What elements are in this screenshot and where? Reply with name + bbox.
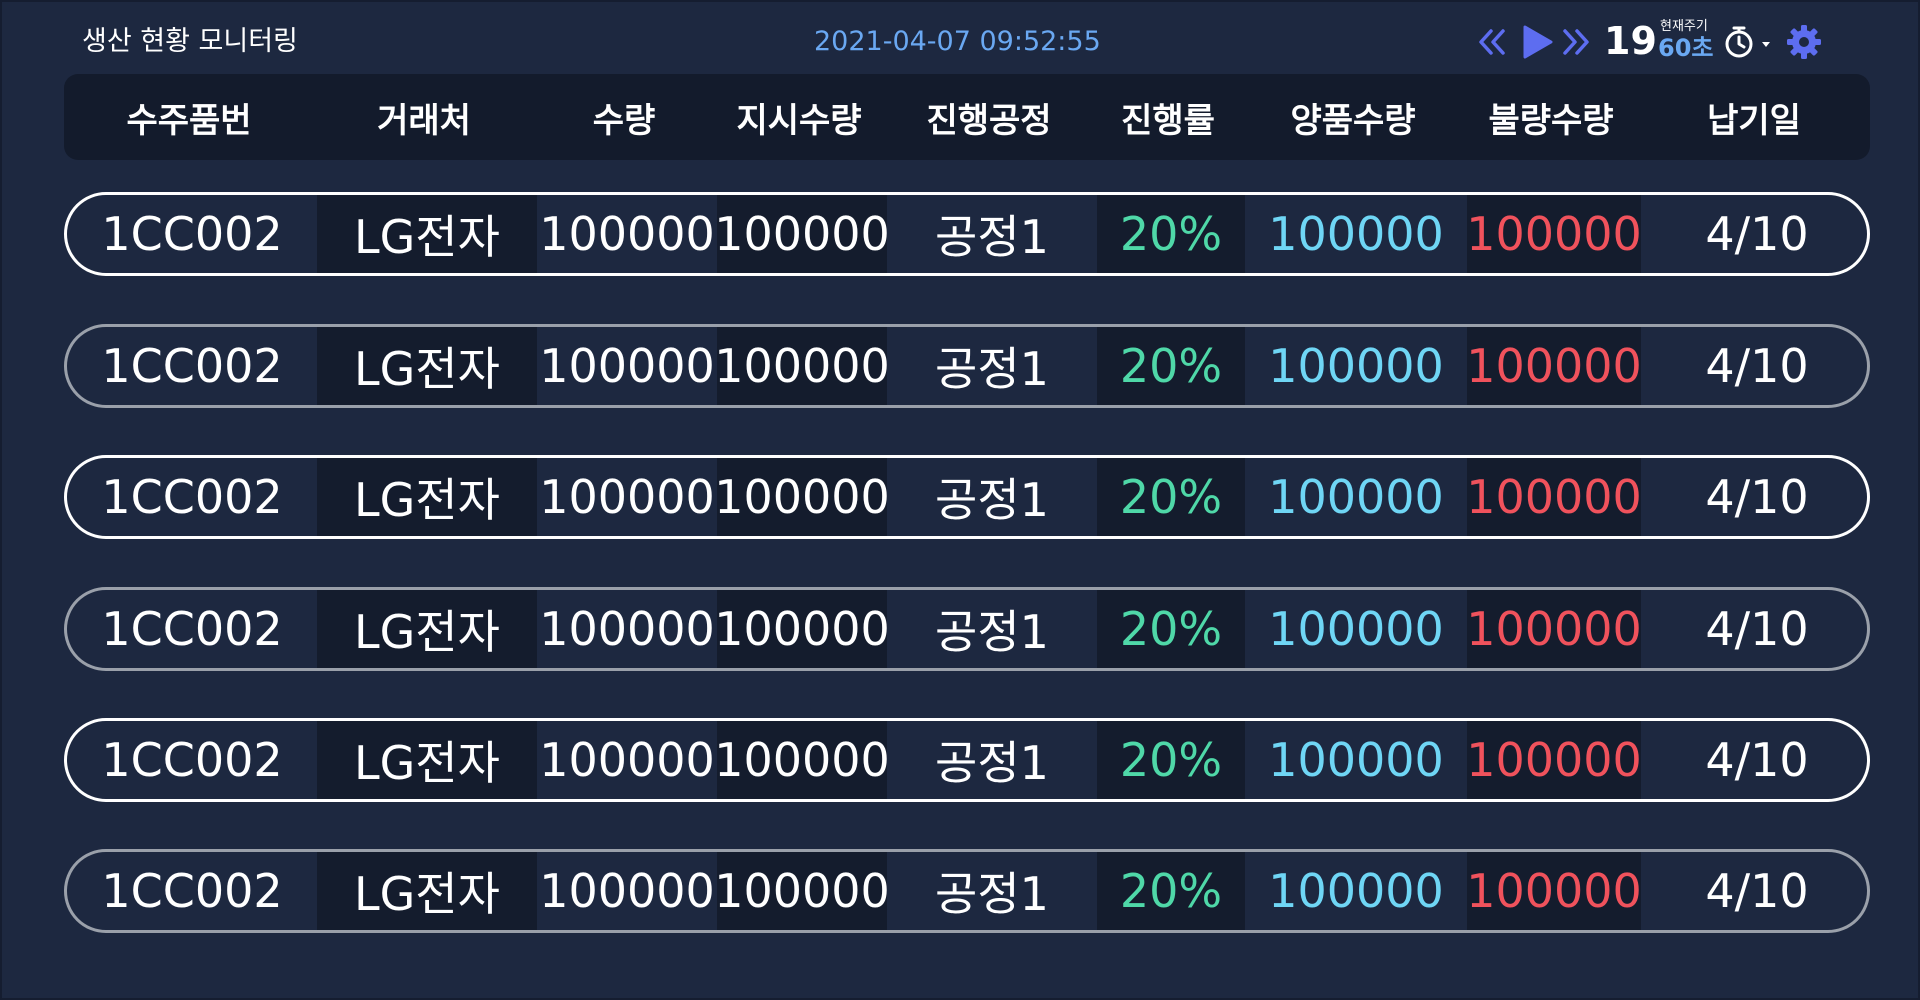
timer-dropdown-button[interactable] [1722, 24, 1774, 60]
cell-order-no: 1CC002 [101, 339, 283, 393]
cell-process: 공정1 [935, 605, 1049, 659]
column-header-client: 거래처 [377, 100, 471, 141]
play-icon [1523, 25, 1553, 59]
cell-qty: 100000 [539, 470, 715, 524]
column-header-good-qty: 양품수량 [1290, 100, 1416, 141]
cell-due-date: 4/10 [1705, 339, 1809, 393]
table-row[interactable]: 1CC002 LG전자 100000 100000 공정1 20% 100000… [64, 455, 1870, 539]
cell-instr-qty: 100000 [714, 721, 890, 799]
cell-client: LG전자 [317, 721, 537, 799]
gear-icon [1787, 25, 1821, 59]
countdown-value: 19 [1604, 19, 1657, 63]
playback-controls: 19 현재주기 60초 [1478, 16, 1821, 68]
column-header-defect-qty: 불량수량 [1488, 100, 1614, 141]
cell-order-no: 1CC002 [101, 602, 283, 656]
cell-progress: 20% [1097, 458, 1245, 536]
cell-order-no: 1CC002 [101, 864, 283, 918]
cell-defect-qty: 100000 [1466, 458, 1642, 536]
column-header-process: 진행공정 [926, 100, 1052, 141]
cell-client: LG전자 [317, 195, 537, 273]
cell-good-qty: 100000 [1268, 470, 1444, 524]
double-chevron-right-icon [1563, 29, 1589, 55]
table-row[interactable]: 1CC002 LG전자 100000 100000 공정1 20% 100000… [64, 718, 1870, 802]
column-header-instr-qty: 지시수량 [736, 100, 862, 141]
page-title: 생산 현황 모니터링 [82, 26, 298, 57]
cell-instr-qty: 100000 [714, 852, 890, 930]
monitoring-screen: 생산 현황 모니터링 2021-04-07 09:52:55 19 현재주기 6… [0, 0, 1920, 1000]
settings-button[interactable] [1786, 24, 1822, 60]
table-row[interactable]: 1CC002 LG전자 100000 100000 공정1 20% 100000… [64, 849, 1870, 933]
cell-client: LG전자 [317, 327, 537, 405]
cell-order-no: 1CC002 [101, 470, 283, 524]
cell-qty: 100000 [539, 207, 715, 261]
table-row[interactable]: 1CC002 LG전자 100000 100000 공정1 20% 100000… [64, 324, 1870, 408]
play-button[interactable] [1520, 24, 1554, 60]
column-header-qty: 수량 [592, 100, 656, 141]
table-header: 수주품번 거래처 수량 지시수량 진행공정 진행률 양품수량 불량수량 납기일 [64, 74, 1870, 160]
cell-process: 공정1 [935, 210, 1049, 264]
column-header-due-date: 납기일 [1707, 100, 1801, 141]
cell-progress: 20% [1097, 327, 1245, 405]
cell-process: 공정1 [935, 342, 1049, 396]
table-row[interactable]: 1CC002 LG전자 100000 100000 공정1 20% 100000… [64, 192, 1870, 276]
top-bar: 생산 현황 모니터링 2021-04-07 09:52:55 19 현재주기 6… [2, 2, 1920, 72]
cycle-value: 60초 [1658, 34, 1714, 62]
cell-defect-qty: 100000 [1466, 327, 1642, 405]
cell-good-qty: 100000 [1268, 339, 1444, 393]
cell-defect-qty: 100000 [1466, 721, 1642, 799]
column-header-order-no: 수주품번 [126, 100, 252, 141]
cell-qty: 100000 [539, 733, 715, 787]
current-datetime: 2021-04-07 09:52:55 [814, 26, 1101, 57]
cell-due-date: 4/10 [1705, 207, 1809, 261]
cell-good-qty: 100000 [1268, 864, 1444, 918]
cell-qty: 100000 [539, 339, 715, 393]
cell-due-date: 4/10 [1705, 864, 1809, 918]
cell-process: 공정1 [935, 473, 1049, 527]
cell-instr-qty: 100000 [714, 195, 890, 273]
cell-process: 공정1 [935, 736, 1049, 790]
cell-progress: 20% [1097, 721, 1245, 799]
cell-good-qty: 100000 [1268, 207, 1444, 261]
cell-good-qty: 100000 [1268, 733, 1444, 787]
cell-defect-qty: 100000 [1466, 195, 1642, 273]
column-header-progress: 진행률 [1121, 100, 1215, 141]
cycle-label: 현재주기 [1660, 19, 1708, 34]
table-row[interactable]: 1CC002 LG전자 100000 100000 공정1 20% 100000… [64, 587, 1870, 671]
cell-instr-qty: 100000 [714, 458, 890, 536]
double-chevron-left-icon [1479, 29, 1505, 55]
cell-due-date: 4/10 [1705, 602, 1809, 656]
cell-qty: 100000 [539, 602, 715, 656]
cell-defect-qty: 100000 [1466, 590, 1642, 668]
cell-defect-qty: 100000 [1466, 852, 1642, 930]
cell-due-date: 4/10 [1705, 470, 1809, 524]
previous-button[interactable] [1478, 28, 1508, 56]
cell-progress: 20% [1097, 852, 1245, 930]
timer-icon [1725, 26, 1770, 58]
cell-progress: 20% [1097, 590, 1245, 668]
cell-client: LG전자 [317, 458, 537, 536]
next-button[interactable] [1560, 28, 1590, 56]
cell-instr-qty: 100000 [714, 327, 890, 405]
cell-client: LG전자 [317, 590, 537, 668]
cell-qty: 100000 [539, 864, 715, 918]
cell-order-no: 1CC002 [101, 733, 283, 787]
cell-due-date: 4/10 [1705, 733, 1809, 787]
cell-client: LG전자 [317, 852, 537, 930]
cell-process: 공정1 [935, 867, 1049, 921]
cell-progress: 20% [1097, 195, 1245, 273]
cell-good-qty: 100000 [1268, 602, 1444, 656]
cell-order-no: 1CC002 [101, 207, 283, 261]
cell-instr-qty: 100000 [714, 590, 890, 668]
